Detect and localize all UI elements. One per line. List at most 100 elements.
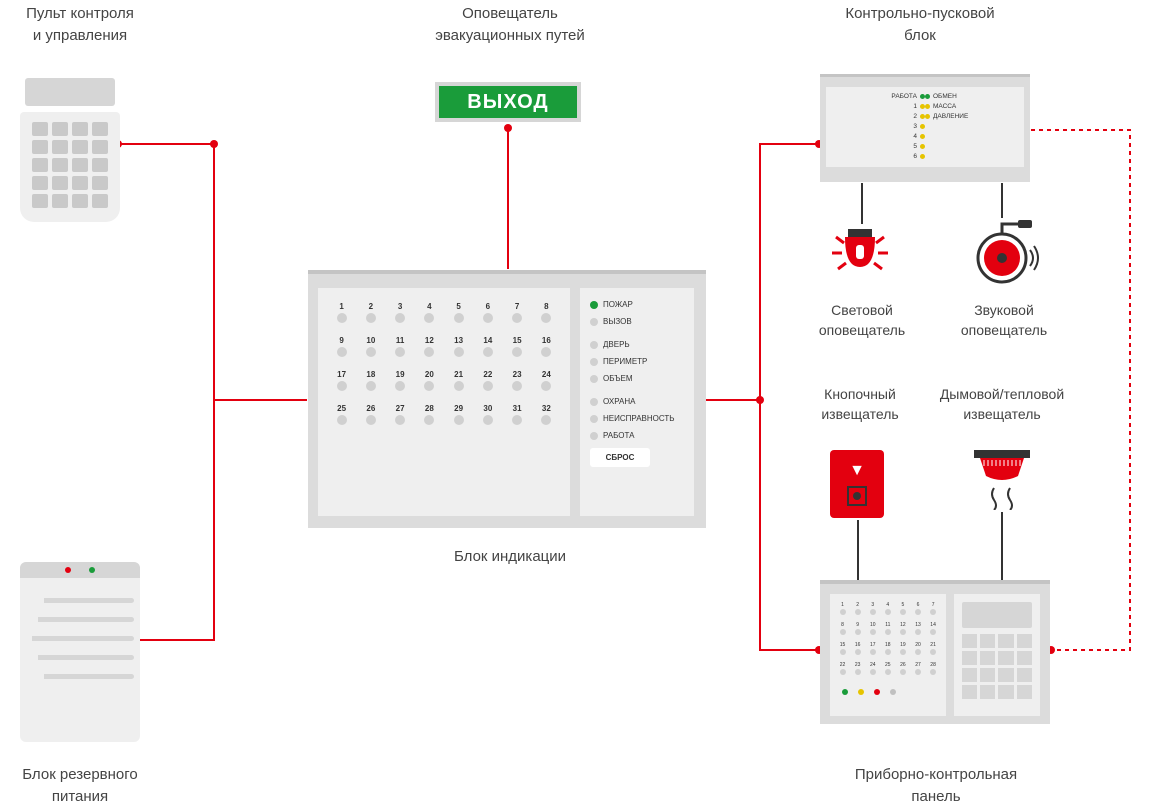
panel-zone: 15 [836,642,849,659]
reset-button[interactable]: СБРОС [590,448,650,467]
panel-zone: 25 [881,662,894,679]
zone-indicator: 23 [504,370,531,401]
panel-zone: 7 [927,602,940,619]
light-notifier-icon [820,225,900,295]
zone-indicator: 31 [504,404,531,435]
exit-sign: ВЫХОД [435,82,581,122]
zone-indicator: 9 [328,336,355,367]
sound-notifier-icon [962,220,1042,294]
zone-indicator: 25 [328,404,355,435]
indication-block-label: Блок индикации [400,546,620,568]
zone-indicator: 29 [445,404,472,435]
panel-zone: 21 [927,642,940,659]
panel-zone: 23 [851,662,864,679]
ctl-led-row: 5 [836,143,925,150]
status-row: ОБЪЕМ [590,374,684,383]
panel-led [842,689,848,695]
keypad-label: Пульт контроляи управления [0,3,190,47]
smoke-detector-icon [970,450,1034,510]
status-row: ДВЕРЬ [590,340,684,349]
zone-indicator: 1 [328,302,355,333]
ctl-led-row: 4 [836,133,925,140]
panel-zone: 16 [851,642,864,659]
status-row: ВЫЗОВ [590,317,684,326]
ups-label: Блок резервногопитания [0,764,190,808]
zone-indicator: 13 [445,336,472,367]
panel-zone: 20 [911,642,924,659]
zone-indicator: 3 [387,302,414,333]
panel-zone: 9 [851,622,864,639]
panel-zone: 13 [911,622,924,639]
status-row: ПЕРИМЕТР [590,357,684,366]
zone-indicator: 11 [387,336,414,367]
zone-indicator: 6 [474,302,501,333]
zone-indicator: 27 [387,404,414,435]
panel-zone: 17 [866,642,879,659]
panel-led [890,689,896,695]
panel-zone: 1 [836,602,849,619]
zone-indicator: 17 [328,370,355,401]
zone-indicator: 32 [533,404,560,435]
zone-indicator: 22 [474,370,501,401]
panel-zone: 14 [927,622,940,639]
panel-zone: 11 [881,622,894,639]
manual-call-point-icon: ▼ [830,450,884,518]
panel-zone: 5 [896,602,909,619]
zone-indicator: 20 [416,370,443,401]
ctl-led-row: ОБМЕН [925,93,1014,100]
zone-indicator: 21 [445,370,472,401]
panel-zone: 3 [866,602,879,619]
ctl-led-row: 6 [836,153,925,160]
ctl-led-row: 2 [836,113,925,120]
ctl-led-row: РАБОТА [836,93,925,100]
panel-zone: 24 [866,662,879,679]
ctl-led-row: 3 [836,123,925,130]
zone-indicator: 16 [533,336,560,367]
ctl-led-row: ДАВЛЕНИЕ [925,113,1014,120]
zone-indicator: 14 [474,336,501,367]
zone-indicator: 10 [357,336,384,367]
zone-indicator: 30 [474,404,501,435]
panel-zone: 8 [836,622,849,639]
zone-indicator: 19 [387,370,414,401]
zone-indicator: 8 [533,302,560,333]
panel-led [874,689,880,695]
zone-indicator: 15 [504,336,531,367]
ctl-led-row: 1 [836,103,925,110]
panel-zone: 10 [866,622,879,639]
zone-indicator: 24 [533,370,560,401]
status-row: ПОЖАР [590,300,684,309]
panel-zone: 18 [881,642,894,659]
panel-zone: 27 [911,662,924,679]
panel-led [858,689,864,695]
control-panel-device: 1234567891011121314151617181920212223242… [820,580,1050,724]
indication-block: 1234567891011121314151617181920212223242… [308,270,706,528]
exit-sign-label: Оповещательэвакуационных путей [400,3,620,47]
keypad-device [20,78,120,228]
ctl-block-label: Контрольно-пусковойблок [810,3,1030,47]
panel-zone: 12 [896,622,909,639]
panel-zone: 6 [911,602,924,619]
panel-zone: 19 [896,642,909,659]
sound-notifier-label: Звуковойоповещатель [924,300,1084,341]
ups-device [20,562,140,742]
zone-indicator: 12 [416,336,443,367]
zone-indicator: 18 [357,370,384,401]
zone-indicator: 2 [357,302,384,333]
status-row: ОХРАНА [590,397,684,406]
control-launch-block: РАБОТА 1 2 3 4 5 6 ОБМЕН МАССА ДАВЛЕНИЕ [820,74,1030,182]
zone-indicator: 7 [504,302,531,333]
status-row: НЕИСПРАВНОСТЬ [590,414,684,423]
control-panel-label: Приборно-контрольнаяпанель [826,764,1046,808]
smoke-detector-label: Дымовой/тепловойизвещатель [922,384,1082,425]
button-detector-label: Кнопочныйизвещатель [780,384,940,425]
status-row: РАБОТА [590,431,684,440]
panel-zone: 26 [896,662,909,679]
ctl-led-row: МАССА [925,103,1014,110]
light-notifier-label: Световойоповещатель [782,300,942,341]
panel-zone: 2 [851,602,864,619]
panel-zone: 28 [927,662,940,679]
zone-indicator: 26 [357,404,384,435]
panel-zone: 22 [836,662,849,679]
zone-indicator: 5 [445,302,472,333]
